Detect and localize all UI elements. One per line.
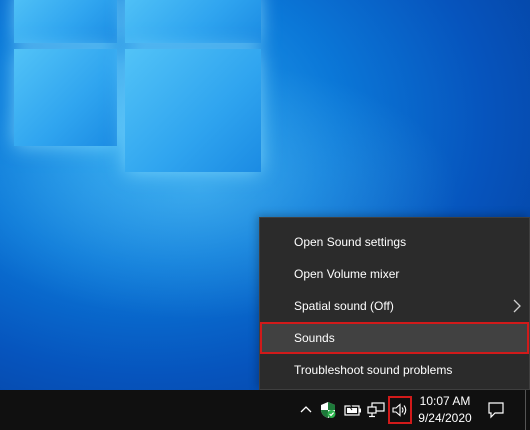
menu-item-label: Troubleshoot sound problems (294, 363, 453, 377)
windows-logo-pane (125, 0, 261, 43)
menu-item-spatial-sound[interactable]: Spatial sound (Off) (260, 290, 529, 322)
show-desktop-button[interactable] (525, 390, 530, 430)
chevron-right-icon (513, 299, 521, 313)
windows-logo-pane (14, 0, 117, 43)
action-center-icon[interactable] (486, 400, 506, 420)
clock-date: 9/24/2020 (418, 411, 472, 425)
menu-item-label: Open Volume mixer (294, 267, 400, 281)
menu-item-troubleshoot-sound[interactable]: Troubleshoot sound problems (260, 354, 529, 386)
clock-time: 10:07 AM (419, 394, 471, 408)
menu-item-label: Sounds (294, 331, 335, 345)
menu-item-label: Spatial sound (Off) (294, 299, 394, 313)
taskbar: 10:07 AM 9/24/2020 (0, 390, 530, 430)
taskbar-clock[interactable]: 10:07 AM 9/24/2020 (414, 393, 476, 427)
windows-logo-pane (125, 49, 261, 172)
menu-item-open-volume-mixer[interactable]: Open Volume mixer (260, 258, 529, 290)
menu-item-open-sound-settings[interactable]: Open Sound settings (260, 226, 529, 258)
menu-item-label: Open Sound settings (294, 235, 407, 249)
windows-logo-pane (14, 49, 117, 146)
chevron-up-icon[interactable] (296, 400, 316, 420)
battery-icon[interactable] (343, 400, 363, 420)
volume-icon[interactable] (390, 400, 410, 420)
menu-item-sounds[interactable]: Sounds (260, 322, 529, 354)
sound-context-menu: Open Sound settings Open Volume mixer Sp… (259, 217, 530, 390)
network-icon[interactable] (366, 400, 386, 420)
security-shield-icon[interactable] (318, 400, 338, 420)
